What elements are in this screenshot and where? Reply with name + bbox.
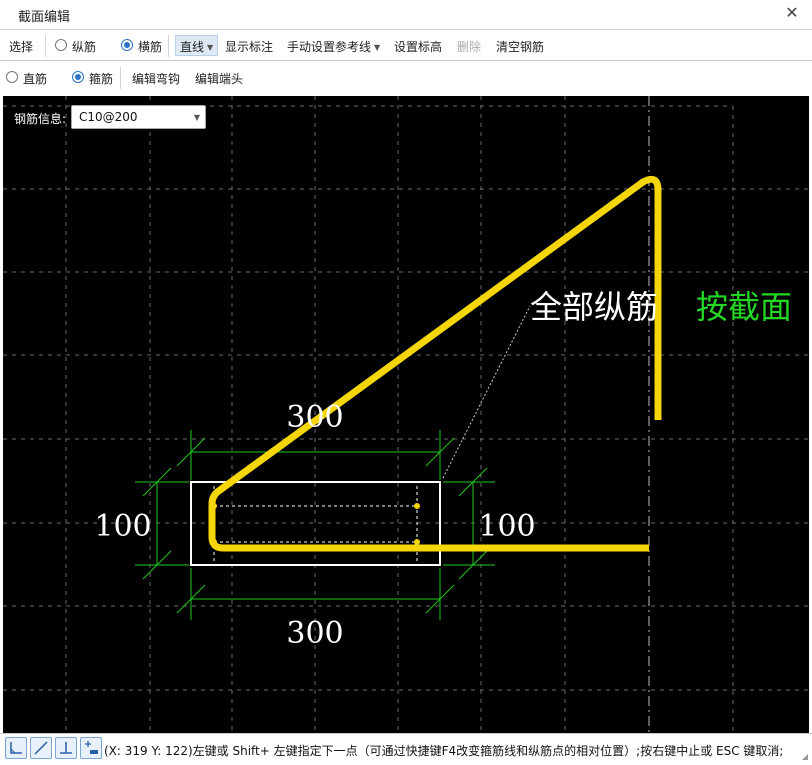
toolbar-divider [168, 35, 169, 57]
canvas-drawing: 300 300 100 100 全部纵筋 按截面 [3, 96, 809, 733]
manual-reference-label: 手动设置参考线 [287, 40, 372, 54]
bar-point[interactable] [211, 539, 217, 545]
manual-reference-dropdown[interactable]: 手动设置参考线 ▼ [287, 38, 380, 55]
bar-point[interactable] [414, 539, 420, 545]
dimension-texts: 300 300 100 100 [94, 400, 535, 651]
longitudinal-label[interactable]: 纵筋 [72, 38, 96, 55]
orthogonal-mode-icon[interactable] [5, 737, 27, 759]
edit-end-button[interactable]: 编辑端头 [195, 70, 243, 87]
resize-grip-icon[interactable]: ◢ [802, 752, 808, 761]
select-button[interactable]: 选择 [9, 38, 33, 55]
dim-bottom-text: 300 [286, 616, 343, 651]
dim-left-text: 100 [94, 509, 151, 544]
line-mode-dropdown[interactable]: 直线 ▼ [175, 35, 219, 56]
stirrup-rebar[interactable] [208, 175, 662, 552]
longitudinal-radio[interactable] [55, 39, 67, 51]
bar-point[interactable] [414, 503, 420, 509]
chevron-down-icon: ▼ [207, 43, 214, 52]
status-text: (X: 319 Y: 122)左键或 Shift+ 左键指定下一点（可通过快捷键… [104, 744, 784, 758]
dim-top-text: 300 [286, 400, 343, 435]
clear-rebar-button[interactable]: 清空钢筋 [496, 38, 544, 55]
edit-hook-button[interactable]: 编辑弯钩 [132, 70, 180, 87]
line-mode-label: 直线 [180, 40, 205, 54]
rebar-info-label: 钢筋信息: [14, 112, 67, 126]
transverse-radio[interactable] [121, 39, 133, 51]
set-elevation-button[interactable]: 设置标高 [394, 38, 442, 55]
stirrup-label[interactable]: 箍筋 [89, 70, 113, 87]
perpendicular-icon[interactable] [55, 737, 77, 759]
show-dimension-button[interactable]: 显示标注 [225, 38, 273, 55]
transverse-label[interactable]: 横筋 [138, 38, 162, 55]
main-toolbar: 选择 纵筋 横筋 直线 ▼ 显示标注 手动设置参考线 ▼ 设置标高 删除 清空钢筋 [0, 31, 812, 61]
straight-bar-radio[interactable] [6, 71, 18, 83]
status-bar: (X: 319 Y: 122)左键或 Shift+ 左键指定下一点（可通过快捷键… [0, 733, 812, 765]
straight-bar-label[interactable]: 直筋 [23, 70, 47, 87]
grid-lines [3, 96, 809, 733]
chevron-down-icon: ▼ [374, 43, 381, 52]
toolbar-divider [120, 67, 121, 89]
annotation-all-bars: 全部纵筋 [530, 288, 658, 326]
rebar-info-select[interactable]: C10@200 ▼ [71, 105, 206, 129]
dim-right-text: 100 [478, 509, 535, 544]
title-bar: 截面编辑 ✕ [0, 0, 812, 30]
chevron-down-icon: ▼ [193, 113, 200, 122]
rebar-info-value: C10@200 [79, 110, 138, 124]
window-title: 截面编辑 [18, 10, 71, 25]
bar-point[interactable] [211, 503, 217, 509]
close-icon[interactable]: ✕ [782, 3, 802, 23]
drawing-canvas[interactable]: 300 300 100 100 全部纵筋 按截面 钢筋信息: C10@200 ▼ [3, 96, 809, 733]
toolbar-divider [45, 35, 46, 57]
line-mode-icon[interactable] [30, 737, 52, 759]
rebar-type-toolbar: 直筋 箍筋 编辑弯钩 编辑端头 [0, 63, 812, 95]
insert-point-icon[interactable] [80, 737, 102, 759]
annotation-leader [442, 305, 531, 479]
annotation-by-section: 按截面 [696, 288, 792, 326]
stirrup-radio[interactable] [72, 71, 84, 83]
delete-button[interactable]: 删除 [457, 38, 481, 55]
